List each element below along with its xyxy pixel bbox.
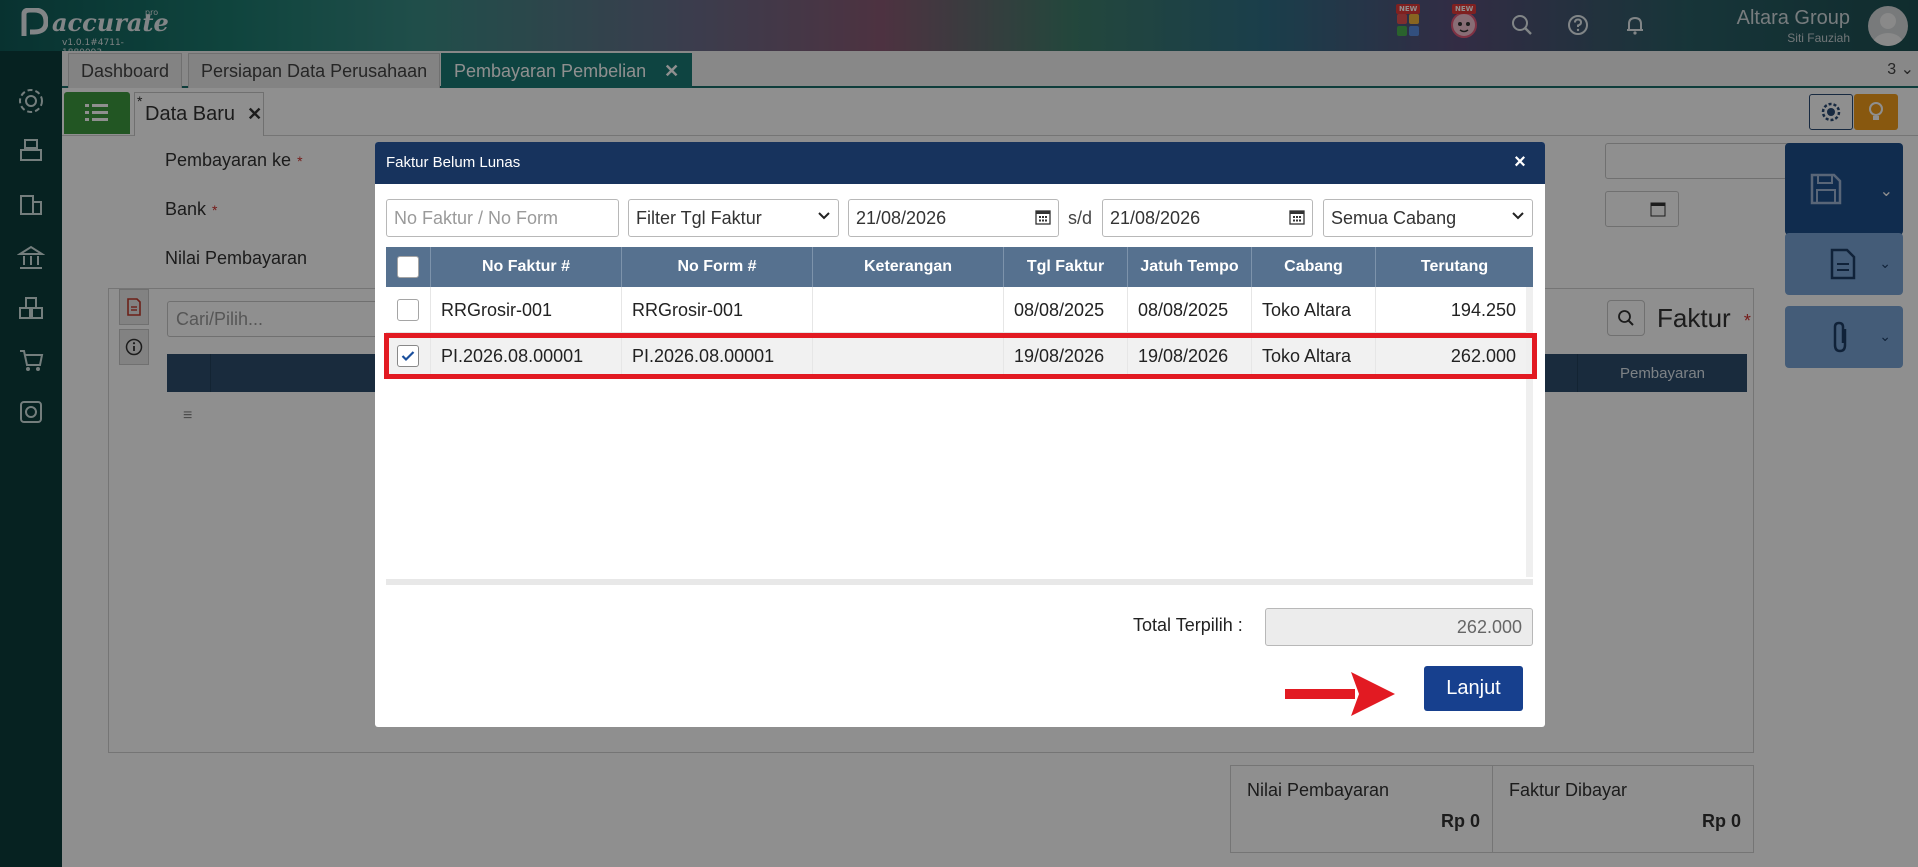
cell-terutang: 194.250 — [1450, 299, 1516, 320]
cell-keterangan — [813, 287, 1004, 333]
column-no-form[interactable]: No Form # — [622, 247, 813, 287]
date-from-field[interactable]: 21/08/2026 — [848, 199, 1059, 237]
total-selected-field: 262.000 — [1265, 608, 1533, 646]
total-selected-label: Total Terpilih : — [1133, 615, 1243, 635]
column-jatuh-tempo[interactable]: Jatuh Tempo — [1128, 247, 1252, 287]
close-icon: × — [1514, 150, 1526, 173]
cell-cabang: Toko Altara — [1252, 287, 1376, 333]
chevron-down-icon — [1512, 212, 1524, 220]
column-keterangan[interactable]: Keterangan — [813, 247, 1004, 287]
date-range-separator: s/d — [1068, 208, 1093, 228]
branch-select[interactable]: Semua Cabang — [1323, 199, 1533, 237]
cell-jatuh-tempo: 08/08/2025 — [1128, 287, 1252, 333]
close-dialog-button[interactable]: × — [1507, 149, 1533, 175]
date-filter-value: Filter Tgl Faktur — [636, 208, 762, 228]
horizontal-scrollbar[interactable] — [386, 579, 1533, 585]
invoice-table: No Faktur # No Form # Keterangan Tgl Fak… — [386, 247, 1533, 585]
select-all-cell — [386, 247, 431, 287]
cell-no-form: RRGrosir-001 — [622, 287, 813, 333]
calendar-icon — [1289, 210, 1305, 225]
branch-value: Semua Cabang — [1331, 208, 1457, 228]
cell-tgl-faktur: 08/08/2025 — [1004, 287, 1128, 333]
column-cabang[interactable]: Cabang — [1252, 247, 1376, 287]
row-checkbox-cell — [386, 287, 431, 333]
calendar-icon — [1035, 210, 1051, 225]
next-button[interactable]: Lanjut — [1424, 666, 1523, 711]
chevron-down-icon — [818, 212, 830, 220]
date-to-field[interactable]: 21/08/2026 — [1102, 199, 1313, 237]
date-filter-select[interactable]: Filter Tgl Faktur — [628, 199, 839, 237]
cell-no-faktur: RRGrosir-001 — [431, 287, 622, 333]
table-row[interactable]: RRGrosir-001 RRGrosir-001 08/08/2025 08/… — [386, 287, 1533, 333]
pointer-arrow-icon — [1285, 672, 1395, 716]
selected-row-highlight — [384, 333, 1537, 379]
table-header: No Faktur # No Form # Keterangan Tgl Fak… — [386, 247, 1533, 287]
select-all-checkbox[interactable] — [397, 256, 419, 278]
row-checkbox[interactable] — [397, 299, 419, 321]
unpaid-invoices-dialog: Faktur Belum Lunas × No Faktur / No Form… — [375, 142, 1545, 727]
vertical-scrollbar[interactable] — [1526, 287, 1533, 577]
column-terutang[interactable]: Terutang — [1376, 247, 1533, 287]
date-from-value: 21/08/2026 — [856, 208, 947, 228]
date-to-value: 21/08/2026 — [1110, 208, 1201, 228]
dialog-header: Faktur Belum Lunas × — [375, 142, 1545, 184]
invoice-search-input[interactable]: No Faktur / No Form — [386, 199, 619, 237]
dialog-title: Faktur Belum Lunas — [386, 154, 521, 171]
column-tgl-faktur[interactable]: Tgl Faktur — [1004, 247, 1128, 287]
column-no-faktur[interactable]: No Faktur # — [431, 247, 622, 287]
